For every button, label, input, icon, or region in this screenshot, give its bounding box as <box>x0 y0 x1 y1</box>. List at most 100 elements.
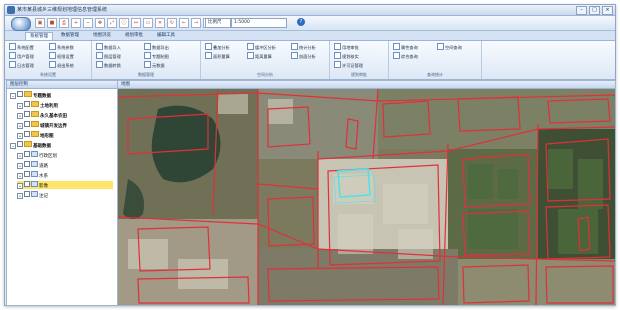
layer-checkbox[interactable] <box>24 121 30 127</box>
layer-checkbox[interactable] <box>24 191 30 197</box>
help-icon[interactable]: ? <box>297 18 305 26</box>
ribbon-button[interactable]: 日志管理 <box>9 61 34 68</box>
ribbon-button[interactable]: 专题制图 <box>144 52 169 59</box>
ribbon-button[interactable]: 数据转换 <box>96 61 121 68</box>
expand-icon[interactable]: + <box>17 163 23 169</box>
back-icon[interactable]: ← <box>179 18 189 28</box>
layer-checkbox[interactable] <box>17 91 23 97</box>
zoom-in-icon[interactable]: + <box>71 18 81 28</box>
ribbon-button[interactable]: 叠加分析 <box>205 43 230 50</box>
ribbon-button[interactable]: 用地审批 <box>334 43 359 50</box>
tree-item-selected[interactable]: + 影像 <box>17 181 113 189</box>
ribbon-group-label: 规划审批 <box>351 72 367 77</box>
layer-checkbox[interactable] <box>24 131 30 137</box>
ribbon-group-query: 属性查询 空间查询 综合查询 查询统计 <box>389 41 482 79</box>
tree-group-base[interactable]: − 基础数据 <box>10 141 51 149</box>
layer-icon <box>31 191 38 197</box>
select-icon[interactable]: ▭ <box>143 18 153 28</box>
layer-checkbox[interactable] <box>24 171 30 177</box>
folder-icon <box>24 141 32 147</box>
tab-map[interactable]: 地图浏览 <box>89 32 115 40</box>
collapse-icon[interactable]: − <box>10 143 16 149</box>
ribbon-button[interactable]: 权限设置 <box>49 52 74 59</box>
layer-checkbox[interactable] <box>24 151 30 157</box>
expand-icon[interactable]: + <box>17 113 23 119</box>
ribbon-button[interactable]: 退出系统 <box>49 61 74 68</box>
ribbon-button[interactable]: 元数据 <box>144 61 165 68</box>
open-icon[interactable]: ▣ <box>35 18 45 28</box>
ribbon-button[interactable]: 规划核实 <box>334 52 359 59</box>
ribbon-button[interactable]: 系统参数 <box>49 43 74 50</box>
layer-checkbox[interactable] <box>17 141 23 147</box>
ribbon-button[interactable]: 数据导入 <box>96 43 121 50</box>
ribbon-button[interactable]: 统计分析 <box>291 43 316 50</box>
ribbon-button[interactable]: 用户管理 <box>9 52 34 59</box>
ribbon-group-label: 数据管理 <box>138 72 154 77</box>
ribbon-button[interactable]: 数据导出 <box>144 43 169 50</box>
title-bar: 某市某县城乡三维规划地理信息管理系统 – □ × <box>5 5 615 16</box>
scale-dropdown[interactable]: 1:5000 <box>231 18 287 28</box>
expand-icon[interactable]: + <box>17 153 23 159</box>
ribbon-button[interactable]: 属性查询 <box>393 43 418 50</box>
expand-icon[interactable]: + <box>17 133 23 139</box>
layer-checkbox[interactable] <box>24 111 30 117</box>
ribbon-button[interactable]: 系统配置 <box>9 43 34 50</box>
tree-item[interactable]: + 永久基本农田 <box>17 111 67 119</box>
ribbon-button[interactable]: 空间查询 <box>437 43 462 50</box>
pan-icon[interactable]: ✥ <box>95 18 105 28</box>
ribbon-button[interactable]: 剖面分析 <box>291 52 316 59</box>
expand-icon[interactable]: + <box>17 103 23 109</box>
zoom-out-icon[interactable]: − <box>83 18 93 28</box>
expand-icon[interactable]: + <box>17 193 23 199</box>
ribbon-button[interactable]: 面积量算 <box>205 52 230 59</box>
refresh-icon[interactable]: ↻ <box>167 18 177 28</box>
forward-icon[interactable]: → <box>191 18 201 28</box>
ribbon-group-data: 数据导入 数据导出 图层管理 专题制图 数据转换 元数据 数据管理 <box>92 41 201 79</box>
layer-icon <box>31 151 38 157</box>
scale-label: 比例尺 <box>205 18 231 28</box>
maximize-button[interactable]: □ <box>589 6 600 15</box>
ribbon-button[interactable]: 图层管理 <box>96 52 121 59</box>
map-canvas[interactable] <box>118 89 615 305</box>
layer-checkbox[interactable] <box>24 101 30 107</box>
tree-item[interactable]: + 道路 <box>17 161 48 169</box>
full-extent-icon[interactable]: ⤢ <box>107 18 117 28</box>
tab-data[interactable]: 数据管理 <box>57 32 83 40</box>
ribbon-button[interactable]: 综合查询 <box>393 52 418 59</box>
print-icon[interactable]: ⎙ <box>59 18 69 28</box>
tree-item[interactable]: + 土地利用 <box>17 101 58 109</box>
tree-item[interactable]: + 注记 <box>17 191 48 199</box>
close-button[interactable]: × <box>602 6 613 15</box>
tree-item[interactable]: + 行政区划 <box>17 151 57 159</box>
application-menu-button[interactable] <box>11 17 31 31</box>
ribbon-button[interactable]: 距离量算 <box>247 52 272 59</box>
tree-group-thematic[interactable]: − 专题数据 <box>10 91 51 99</box>
tab-edit[interactable]: 编辑工具 <box>153 32 179 40</box>
quick-access-toolbar: ▣■⎙+−✥⤢ⓘ↔▭✕↻←→≡▦⌕? 比例尺 1:5000 ? <box>5 16 615 31</box>
expand-icon[interactable]: + <box>17 183 23 189</box>
expand-icon[interactable]: + <box>17 173 23 179</box>
ribbon-button[interactable]: 许可证管理 <box>334 61 363 68</box>
ribbon-button[interactable]: 缓冲区分析 <box>247 43 276 50</box>
measure-icon[interactable]: ↔ <box>131 18 141 28</box>
layer-checkbox[interactable] <box>24 161 30 167</box>
tab-approval[interactable]: 规划审批 <box>121 32 147 40</box>
tree-item[interactable]: + 地形图 <box>17 131 54 139</box>
collapse-icon[interactable]: − <box>10 93 16 99</box>
ribbon: 系统配置 系统参数 用户管理 权限设置 日志管理 退出系统 系统设置 数据导入 … <box>5 40 615 80</box>
identify-icon[interactable]: ⓘ <box>119 18 129 28</box>
ribbon-group-label: 系统设置 <box>40 72 56 77</box>
tree-item[interactable]: + 水系 <box>17 171 48 179</box>
window-controls: – □ × <box>576 6 613 15</box>
folder-icon <box>31 101 39 107</box>
minimize-button[interactable]: – <box>576 6 587 15</box>
save-icon[interactable]: ■ <box>47 18 57 28</box>
layer-checkbox[interactable] <box>24 181 30 187</box>
tree-item[interactable]: + 城镇开发边界 <box>17 121 67 129</box>
clear-icon[interactable]: ✕ <box>155 18 165 28</box>
satellite-map[interactable] <box>118 89 615 305</box>
ribbon-group-system: 系统配置 系统参数 用户管理 权限设置 日志管理 退出系统 系统设置 <box>5 41 92 79</box>
expand-icon[interactable]: + <box>17 123 23 129</box>
ribbon-group-analysis: 叠加分析 缓冲区分析 统计分析 面积量算 距离量算 剖面分析 空间分析 <box>201 41 330 79</box>
window-title: 某市某县城乡三维规划地理信息管理系统 <box>17 7 108 13</box>
